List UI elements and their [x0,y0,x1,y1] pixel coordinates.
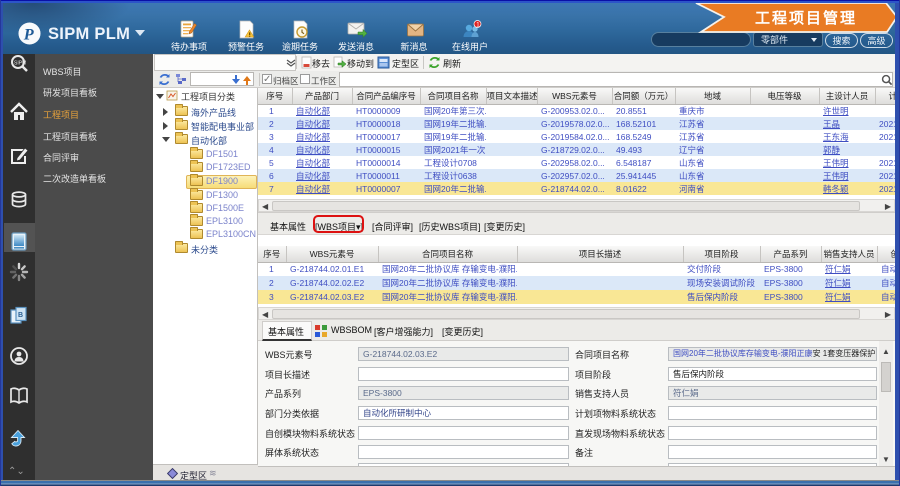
svg-text:SIPM: SIPM [14,61,26,67]
svg-text:B: B [18,312,23,319]
svg-text:工程项目管理: 工程项目管理 [755,9,857,27]
svg-text:P: P [23,25,35,44]
